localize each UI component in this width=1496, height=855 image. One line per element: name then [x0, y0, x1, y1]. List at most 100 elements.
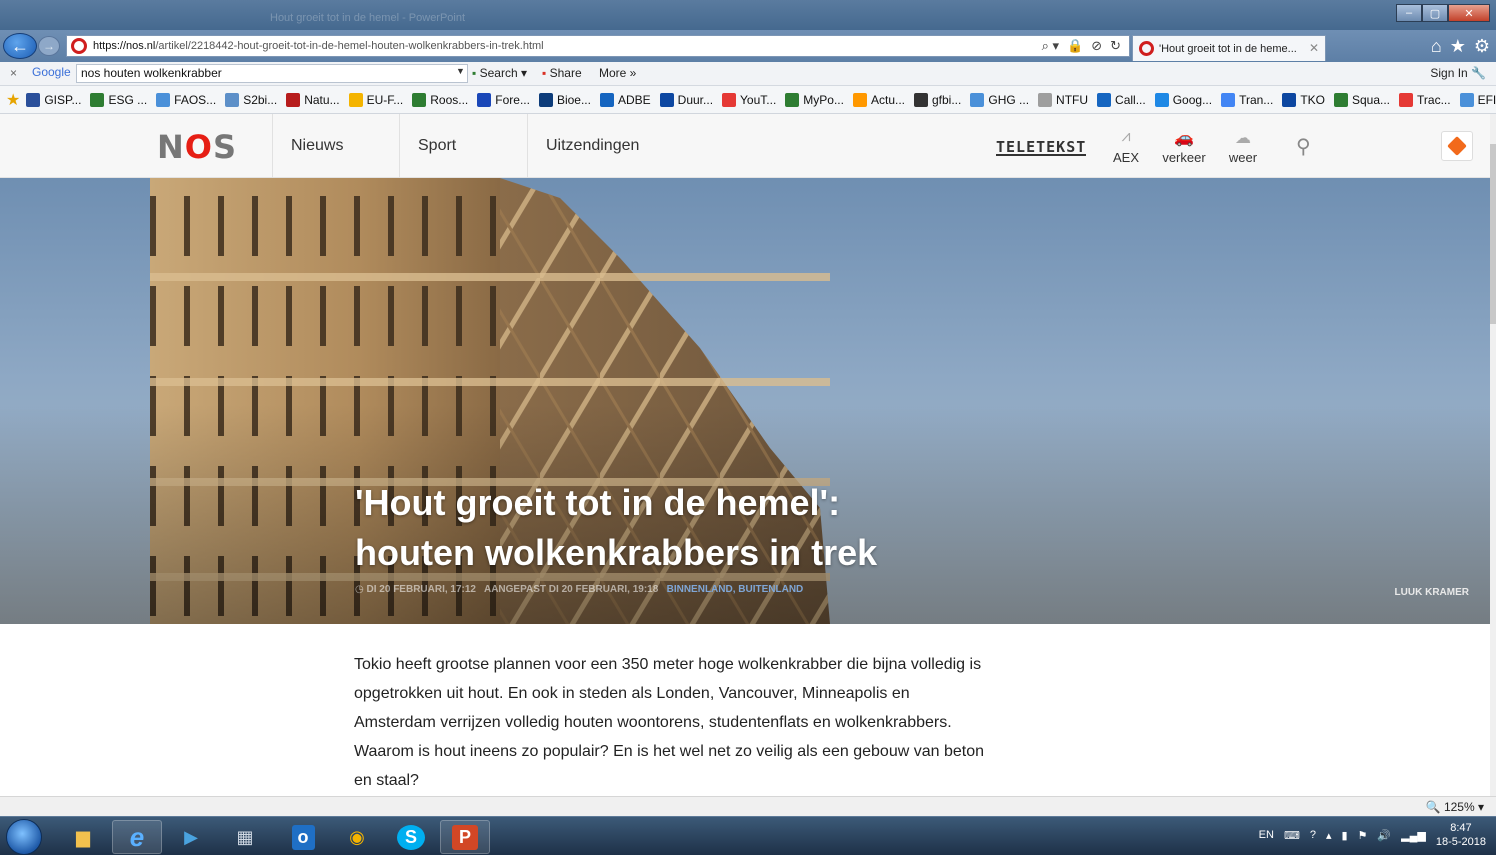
signal-icon[interactable]: ▂▄▆ [1401, 829, 1426, 842]
chrome-taskbar-icon[interactable]: ◉ [332, 820, 382, 854]
nos-logo[interactable]: NOS [157, 128, 237, 166]
hero-image: 'Hout groeit tot in de hemel': houten wo… [0, 178, 1490, 624]
url-path: /artikel/2218442-hout-groeit-tot-in-de-h… [155, 40, 544, 52]
refresh-icon[interactable]: ↻ [1110, 38, 1121, 54]
favorite-item[interactable]: GISP... [26, 92, 81, 107]
clock[interactable]: 8:47 18-5-2018 [1436, 821, 1486, 849]
favorite-icon [90, 92, 105, 107]
nav-sport[interactable]: Sport [399, 114, 527, 178]
weer-button[interactable]: ☁ weer [1224, 128, 1262, 165]
diamond-icon [1447, 136, 1467, 156]
favorite-item[interactable]: GHG ... [970, 92, 1029, 107]
favorite-item[interactable]: NTFU [1038, 92, 1088, 107]
nav-nieuws[interactable]: Nieuws [272, 114, 399, 178]
media-player-taskbar-icon[interactable]: ▶ [166, 820, 216, 854]
nav-uitzendingen[interactable]: Uitzendingen [527, 114, 677, 178]
favorite-item[interactable]: Actu... [852, 92, 905, 107]
cloud-icon: ☁ [1235, 130, 1251, 147]
settings-gear-icon[interactable]: ⚙ [1474, 36, 1490, 57]
internet-explorer-taskbar-icon[interactable]: e [112, 820, 162, 854]
share-button[interactable]: ▪ Share [542, 66, 582, 80]
minimize-button[interactable]: – [1396, 4, 1422, 22]
search-icon[interactable]: ⚲ [1296, 134, 1311, 159]
favorite-label: YouT... [740, 92, 777, 107]
compat-icon[interactable]: ⊘ [1091, 38, 1102, 54]
search-label: Search [479, 66, 518, 80]
aex-button[interactable]: ⩘ AEX [1108, 128, 1144, 165]
explorer-taskbar-icon[interactable]: ▆ [58, 820, 108, 854]
nos-app-button[interactable] [1441, 131, 1473, 161]
powerpoint-taskbar-icon[interactable]: P [440, 820, 490, 854]
url-field[interactable]: https://nos.nl/artikel/2218442-hout-groe… [66, 35, 1130, 57]
favorite-item[interactable]: Duur... [659, 92, 714, 107]
language-indicator[interactable]: EN [1259, 829, 1274, 841]
article-meta: ◷ DI 20 FEBRUARI, 17:12 AANGEPAST DI 20 … [355, 584, 803, 595]
favorite-item[interactable]: gfbi... [914, 92, 961, 107]
flag-icon[interactable]: ⚑ [1358, 829, 1368, 842]
nos-logo-o: O [184, 128, 213, 166]
favorite-item[interactable]: Goog... [1154, 92, 1212, 107]
favorite-icon [286, 92, 301, 107]
favorite-item[interactable]: Tran... [1221, 92, 1274, 107]
more-button[interactable]: More » [599, 66, 636, 80]
tab-close-icon[interactable]: ✕ [1309, 41, 1319, 55]
favorite-item[interactable]: Call... [1097, 92, 1146, 107]
favorite-item[interactable]: EFI [1459, 92, 1496, 107]
favorite-item[interactable]: MyPo... [785, 92, 844, 107]
teletekst-link[interactable]: TELETEKST [996, 140, 1087, 156]
favorite-item[interactable]: Roos... [412, 92, 468, 107]
network-icon[interactable]: ▮ [1341, 829, 1347, 842]
tab-title: 'Hout groeit tot in de heme... [1159, 42, 1297, 55]
search-history-dropdown-icon[interactable]: ▼ [456, 66, 465, 76]
favorite-item[interactable]: Squa... [1333, 92, 1390, 107]
favorite-label: Duur... [677, 92, 714, 107]
help-icon[interactable]: ? [1310, 829, 1316, 841]
favorite-item[interactable]: FAOS... [156, 92, 217, 107]
calculator-taskbar-icon[interactable]: ▦ [220, 820, 270, 854]
add-favorite-star-icon[interactable]: ★ [6, 90, 20, 110]
favorite-item[interactable]: YouT... [722, 92, 777, 107]
zoom-control[interactable]: 🔍 125% ▾ [1426, 800, 1484, 814]
article-date: DI 20 FEBRUARI, 17:12 [366, 584, 476, 595]
start-button[interactable] [6, 819, 42, 855]
favorite-icon [1282, 92, 1297, 107]
volume-icon[interactable]: 🔊 [1377, 829, 1391, 842]
article-tags[interactable]: BINNENLAND, BUITENLAND [667, 584, 804, 595]
system-tray: EN ⌨ ? ▴ ▮ ⚑ 🔊 ▂▄▆ 8:47 18-5-2018 [1259, 821, 1486, 849]
favorite-item[interactable]: Bioe... [538, 92, 591, 107]
wrench-icon[interactable]: 🔧 [1471, 66, 1486, 80]
favorite-icon [1221, 92, 1236, 107]
weer-label: weer [1228, 150, 1258, 165]
page-scrollbar[interactable] [1490, 114, 1496, 796]
favorite-item[interactable]: TKO [1282, 92, 1325, 107]
keyboard-icon[interactable]: ⌨ [1284, 829, 1300, 842]
favorite-item[interactable]: Trac... [1399, 92, 1451, 107]
home-icon[interactable]: ⌂ [1431, 36, 1442, 57]
favorite-item[interactable]: S2bi... [225, 92, 277, 107]
show-hidden-icons[interactable]: ▴ [1326, 829, 1332, 842]
verkeer-button[interactable]: 🚗 verkeer [1158, 128, 1210, 165]
google-search-input[interactable]: nos houten wolkenkrabber [76, 64, 468, 83]
favorite-item[interactable]: ESG ... [90, 92, 147, 107]
favorite-item[interactable]: Natu... [286, 92, 340, 107]
google-search-button[interactable]: ▪ Search ▾ [472, 66, 527, 80]
skype-taskbar-icon[interactable]: S [386, 820, 436, 854]
favorite-icon [1097, 92, 1112, 107]
favorite-label: FAOS... [174, 92, 217, 107]
close-window-button[interactable]: ✕ [1448, 4, 1490, 22]
browser-tab[interactable]: 'Hout groeit tot in de heme... ✕ [1132, 35, 1326, 61]
search-dropdown-icon[interactable]: ⌕ ▾ [1042, 38, 1059, 54]
back-button[interactable]: ← [3, 33, 37, 59]
sign-in-link[interactable]: Sign In 🔧 [1430, 66, 1486, 80]
favorite-item[interactable]: ADBE [599, 92, 651, 107]
favorites-star-icon[interactable]: ★ [1450, 36, 1466, 57]
forward-button[interactable]: → [38, 36, 60, 56]
scrollbar-thumb[interactable] [1490, 144, 1496, 324]
maximize-button[interactable]: ▢ [1422, 4, 1448, 22]
close-toolbar-icon[interactable]: × [10, 66, 17, 80]
favorite-item[interactable]: EU-F... [348, 92, 403, 107]
outlook-taskbar-icon[interactable]: o [278, 820, 328, 854]
lock-icon[interactable]: 🔒 [1067, 38, 1083, 54]
favorite-label: Tran... [1239, 92, 1274, 107]
favorite-item[interactable]: Fore... [477, 92, 530, 107]
